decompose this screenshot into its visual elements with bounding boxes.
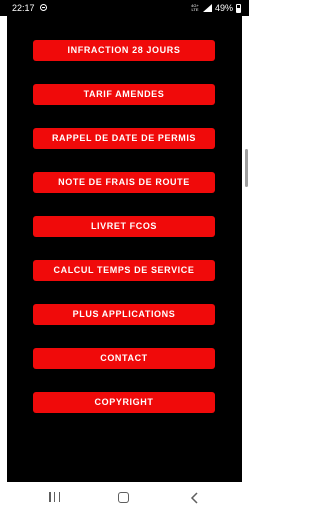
calcul-temps-service-button[interactable]: CALCUL TEMPS DE SERVICE — [33, 260, 215, 281]
phone-screen: 22:17 4G+ LTE 49% INFRACTION 28 JOURS TA… — [0, 0, 249, 512]
livret-fcos-button[interactable]: LIVRET FCOS — [33, 216, 215, 237]
copyright-button[interactable]: COPYRIGHT — [33, 392, 215, 413]
battery-percent: 49% — [214, 3, 233, 13]
signal-strength-icon — [202, 4, 212, 12]
home-icon[interactable] — [118, 492, 129, 503]
network-label-bottom: LTE — [191, 7, 199, 12]
note-frais-route-button[interactable]: NOTE DE FRAIS DE ROUTE — [33, 172, 215, 193]
plus-applications-button[interactable]: PLUS APPLICATIONS — [33, 304, 215, 325]
edge-panel-handle[interactable] — [245, 149, 248, 187]
back-icon[interactable] — [190, 492, 200, 504]
navigation-bar — [0, 484, 249, 512]
infraction-28-jours-button[interactable]: INFRACTION 28 JOURS — [33, 40, 215, 61]
tarif-amendes-button[interactable]: TARIF AMENDES — [33, 84, 215, 105]
status-time: 22:17 — [12, 3, 35, 13]
status-bar: 22:17 4G+ LTE 49% — [0, 0, 249, 16]
network-type-label: 4G+ LTE — [190, 4, 200, 12]
status-indicators: 4G+ LTE 49% — [190, 0, 241, 16]
battery-icon — [236, 3, 241, 13]
menu-panel: INFRACTION 28 JOURS TARIF AMENDES RAPPEL… — [7, 16, 242, 456]
rappel-date-permis-button[interactable]: RAPPEL DE DATE DE PERMIS — [33, 128, 215, 149]
do-not-disturb-icon — [40, 4, 47, 11]
recents-icon[interactable] — [49, 492, 60, 503]
bottom-banner-area — [7, 456, 242, 482]
contact-button[interactable]: CONTACT — [33, 348, 215, 369]
